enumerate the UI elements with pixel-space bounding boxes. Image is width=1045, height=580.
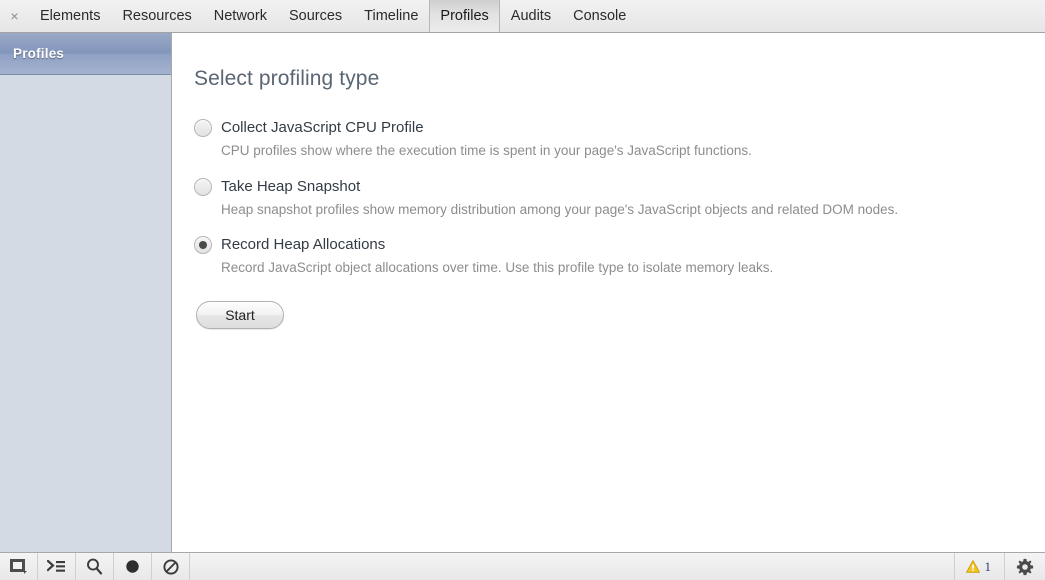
tab-profiles[interactable]: Profiles (429, 0, 499, 32)
devtools-window: × Elements Resources Network Sources Tim… (0, 0, 1045, 580)
tab-timeline[interactable]: Timeline (353, 0, 429, 32)
start-button[interactable]: Start (196, 301, 284, 329)
option-label-collect-cpu-profile: Collect JavaScript CPU Profile (221, 119, 424, 137)
radio-record-heap-allocations[interactable] (194, 236, 212, 254)
sidebar-item-label: Profiles (13, 46, 64, 61)
gear-icon[interactable] (1005, 553, 1045, 580)
option-record-heap-allocations: Record Heap Allocations Record JavaScrip… (194, 236, 1045, 278)
radio-collect-cpu-profile[interactable] (194, 119, 212, 137)
tab-audits[interactable]: Audits (500, 0, 562, 32)
option-description-take-heap-snapshot: Heap snapshot profiles show memory distr… (221, 200, 1016, 220)
tab-list: Elements Resources Network Sources Timel… (29, 0, 637, 32)
toolbar-spacer (190, 553, 955, 580)
clear-icon[interactable] (152, 553, 190, 580)
sidebar-item-profiles[interactable]: Profiles (0, 33, 171, 75)
tab-network[interactable]: Network (203, 0, 278, 32)
tab-console[interactable]: Console (562, 0, 637, 32)
warning-counter[interactable]: 1 (955, 553, 1006, 580)
tab-resources[interactable]: Resources (111, 0, 202, 32)
status-toolbar: 1 (0, 552, 1045, 580)
tab-sources[interactable]: Sources (278, 0, 353, 32)
option-description-collect-cpu-profile: CPU profiles show where the execution ti… (221, 141, 1016, 161)
option-label-record-heap-allocations: Record Heap Allocations (221, 236, 385, 254)
page-title: Select profiling type (194, 67, 1045, 91)
sidebar-empty-area (0, 75, 171, 552)
warning-triangle-icon (966, 560, 980, 573)
profiling-type-pane: Select profiling type Collect JavaScript… (172, 33, 1045, 552)
profiles-sidebar: Profiles (0, 33, 172, 552)
search-icon[interactable] (76, 553, 114, 580)
option-take-heap-snapshot: Take Heap Snapshot Heap snapshot profile… (194, 178, 1045, 220)
panel-body: Profiles Select profiling type Collect J… (0, 33, 1045, 552)
close-icon[interactable]: × (0, 0, 29, 32)
dock-panel-icon[interactable] (0, 553, 38, 580)
radio-take-heap-snapshot[interactable] (194, 178, 212, 196)
tab-elements[interactable]: Elements (29, 0, 111, 32)
devtools-tabbar: × Elements Resources Network Sources Tim… (0, 0, 1045, 33)
option-row-take-heap-snapshot[interactable]: Take Heap Snapshot (194, 178, 1045, 196)
option-label-take-heap-snapshot: Take Heap Snapshot (221, 178, 360, 196)
option-collect-cpu-profile: Collect JavaScript CPU Profile CPU profi… (194, 119, 1045, 161)
option-row-collect-cpu-profile[interactable]: Collect JavaScript CPU Profile (194, 119, 1045, 137)
option-description-record-heap-allocations: Record JavaScript object allocations ove… (221, 258, 1016, 278)
warning-count-label: 1 (985, 559, 992, 575)
console-drawer-icon[interactable] (38, 553, 76, 580)
record-icon[interactable] (114, 553, 152, 580)
option-row-record-heap-allocations[interactable]: Record Heap Allocations (194, 236, 1045, 254)
